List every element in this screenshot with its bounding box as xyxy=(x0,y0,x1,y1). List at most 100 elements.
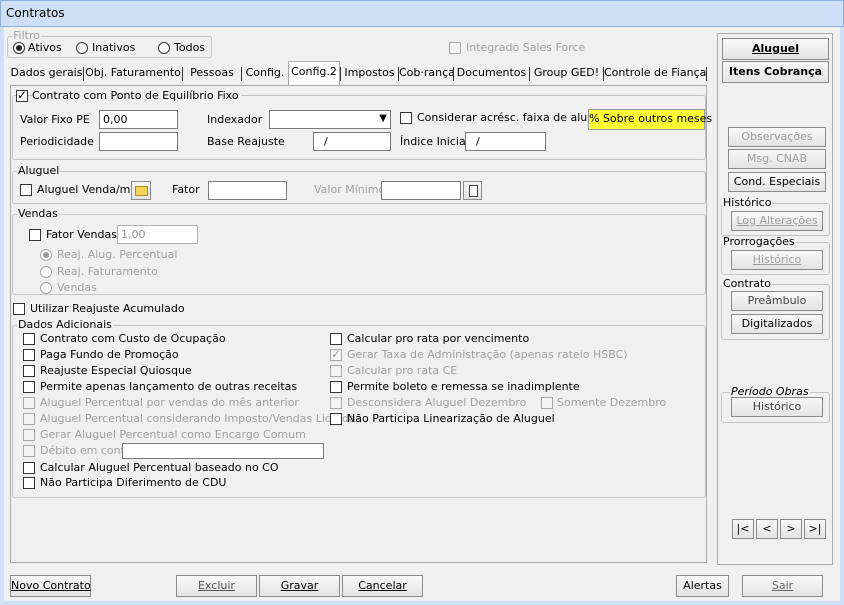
considerar-checkbox[interactable] xyxy=(400,112,412,124)
fator-vendas-label: Fator Vendas xyxy=(46,228,117,241)
tab-strip: Dados gerais Obj. Faturamento Pessoas Co… xyxy=(10,61,707,85)
percentual-imposto-checkbox[interactable] xyxy=(23,413,35,425)
integrado-checkbox[interactable] xyxy=(449,42,461,54)
radio-ativos[interactable] xyxy=(13,42,25,54)
alertas-button[interactable]: Alertas xyxy=(676,575,729,597)
cond-especiais-button[interactable]: Cond. Especiais xyxy=(728,172,826,192)
boleto-inadimplente-label: Permite boleto e remessa se inadimplente xyxy=(347,380,580,393)
desconsidera-dezembro-label: Desconsidera Aluguel Dezembro xyxy=(347,396,527,409)
valor-minimo-label: Valor Mínimo xyxy=(314,183,386,196)
radio-vendas[interactable] xyxy=(40,282,52,294)
debito-conta-checkbox[interactable] xyxy=(23,445,35,457)
indice-inicial-input[interactable]: / xyxy=(465,132,546,151)
last-record-button[interactable]: >| xyxy=(804,519,826,539)
tab-impostos[interactable]: Impostos xyxy=(341,63,398,85)
indice-inicial-label: Índice Inicial xyxy=(400,135,469,148)
debito-conta-input[interactable] xyxy=(122,443,324,459)
linearizacao-checkbox[interactable] xyxy=(330,413,342,425)
tab-config[interactable]: Config. xyxy=(242,63,288,85)
aluguel-venda-checkbox[interactable] xyxy=(20,184,32,196)
cancelar-button[interactable]: Cancelar xyxy=(342,575,423,597)
percentual-mes-anterior-checkbox[interactable] xyxy=(23,397,35,409)
somente-dezembro-checkbox[interactable] xyxy=(541,397,553,409)
tab-documentos[interactable]: Documentos xyxy=(454,63,529,85)
window-title: Contratos xyxy=(6,6,65,20)
tab-config2[interactable]: Config.2 xyxy=(288,61,340,85)
reajuste-acumulado-label: Utilizar Reajuste Acumulado xyxy=(30,302,185,315)
fundo-promocao-checkbox[interactable] xyxy=(23,349,35,361)
periodo-obras-historico-button[interactable]: Histórico xyxy=(731,397,823,417)
radio-inativos-label: Inativos xyxy=(92,41,136,54)
radio-reaj-faturamento[interactable] xyxy=(40,266,52,278)
indexador-select[interactable]: ▼ xyxy=(269,110,391,129)
radio-inativos[interactable] xyxy=(76,42,88,54)
valor-fixo-input[interactable]: 0,00 xyxy=(99,110,178,129)
prev-record-button[interactable]: < xyxy=(756,519,778,539)
radio-todos-label: Todos xyxy=(174,41,206,54)
encargo-comum-checkbox[interactable] xyxy=(23,429,35,441)
pro-rata-vencimento-checkbox[interactable] xyxy=(330,333,342,345)
aluguel-legend: Aluguel xyxy=(17,164,61,177)
radio-vendas-label: Vendas xyxy=(57,281,97,294)
base-reajuste-input[interactable]: / xyxy=(313,132,391,151)
folder-icon[interactable] xyxy=(131,181,151,200)
periodicidade-input[interactable] xyxy=(99,132,178,151)
radio-reaj-alug-percentual-label: Reaj. Alug. Percentual xyxy=(57,248,178,261)
custo-ocupacao-checkbox[interactable] xyxy=(23,333,35,345)
diferimento-cdu-label: Não Participa Diferimento de CDU xyxy=(40,476,227,489)
aluguel-button[interactable]: Aluguel xyxy=(722,38,829,60)
reajuste-quiosque-checkbox[interactable] xyxy=(23,365,35,377)
pro-rata-ce-label: Calcular pro rata CE xyxy=(347,364,458,377)
gravar-button[interactable]: Gravar xyxy=(259,575,340,597)
preambulo-button[interactable]: Preâmbulo xyxy=(731,291,823,311)
first-record-button[interactable]: |< xyxy=(732,519,754,539)
aluguel-venda-label: Aluguel Venda/m² xyxy=(37,183,135,196)
reajuste-acumulado-checkbox[interactable] xyxy=(13,303,25,315)
diferimento-cdu-checkbox[interactable] xyxy=(23,477,35,489)
taxa-administracao-checkbox[interactable]: ✓ xyxy=(330,347,342,361)
integrado-label: Integrado Sales Force xyxy=(466,41,586,54)
tab-controle-fianca[interactable]: Controle de Fiança xyxy=(604,63,706,85)
tab-pessoas[interactable]: Pessoas xyxy=(183,63,241,85)
radio-reaj-alug-percentual[interactable] xyxy=(40,249,52,261)
valor-minimo-input[interactable] xyxy=(381,181,461,200)
observacoes-button[interactable]: Observações xyxy=(728,127,826,147)
prorrogacoes-historico-button[interactable]: Histórico xyxy=(731,250,823,270)
pro-rata-ce-checkbox[interactable] xyxy=(330,365,342,377)
novo-contrato-button[interactable]: Novo Contrato xyxy=(10,575,91,597)
percentual-co-checkbox[interactable] xyxy=(23,462,35,474)
tab-group-ged[interactable]: Group GED! xyxy=(530,63,603,85)
custo-ocupacao-label: Contrato com Custo de Ocupação xyxy=(40,332,226,345)
pe-checkbox[interactable]: ✓ xyxy=(16,88,28,102)
radio-ativos-label: Ativos xyxy=(28,41,62,54)
document-icon[interactable] xyxy=(463,181,482,200)
reajuste-quiosque-label: Reajuste Especial Quiosque xyxy=(40,364,192,377)
fator-vendas-input[interactable]: 1,00 xyxy=(117,225,198,244)
periodicidade-label: Periodicidade xyxy=(20,135,94,148)
next-record-button[interactable]: > xyxy=(780,519,802,539)
outras-receitas-checkbox[interactable] xyxy=(23,381,35,393)
valor-fixo-label: Valor Fixo PE xyxy=(20,113,90,126)
fator-vendas-checkbox[interactable] xyxy=(29,229,41,241)
desconsidera-dezembro-checkbox[interactable] xyxy=(330,397,342,409)
digitalizados-button[interactable]: Digitalizados xyxy=(731,314,823,334)
log-alteracoes-button[interactable]: Log Alterações xyxy=(731,211,823,231)
excluir-button[interactable]: Excluir xyxy=(176,575,257,597)
itens-cobranca-button[interactable]: Itens Cobrança xyxy=(722,61,829,83)
vendas-legend: Vendas xyxy=(17,207,59,220)
somente-dezembro-label: Somente Dezembro xyxy=(557,396,667,409)
sair-button[interactable]: Sair xyxy=(742,575,823,597)
tab-obj-faturamento[interactable]: Obj. Faturamento xyxy=(84,63,182,85)
tab-dados-gerais[interactable]: Dados gerais xyxy=(10,63,83,85)
prorrogacoes-legend: Prorrogações xyxy=(722,235,796,248)
msg-cnab-button[interactable]: Msg. CNAB xyxy=(728,149,826,169)
sobre-outros-meses-button[interactable]: % Sobre outros meses xyxy=(588,109,712,130)
base-reajuste-label: Base Reajuste xyxy=(207,135,285,148)
tab-cobranca[interactable]: Cob·rança xyxy=(399,63,455,85)
encargo-comum-label: Gerar Aluguel Percentual como Encargo Co… xyxy=(40,428,306,441)
radio-todos[interactable] xyxy=(158,42,170,54)
chevron-down-icon: ▼ xyxy=(379,113,387,124)
boleto-inadimplente-checkbox[interactable] xyxy=(330,381,342,393)
fator-input[interactable] xyxy=(208,181,287,200)
considerar-label: Considerar acrésc. faixa de aluguel xyxy=(417,111,612,124)
